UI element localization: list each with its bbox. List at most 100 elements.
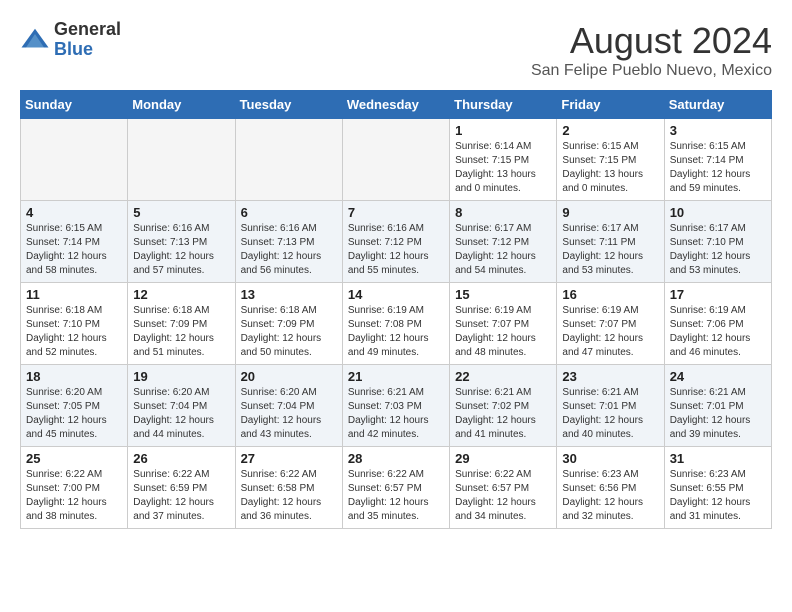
day-info: Sunrise: 6:23 AM Sunset: 6:56 PM Dayligh… [562, 468, 658, 524]
calendar-cell: 23 Sunrise: 6:21 AM Sunset: 7:01 PM Dayli… [557, 365, 664, 447]
calendar-cell: 12 Sunrise: 6:18 AM Sunset: 7:09 PM Dayli… [128, 283, 235, 365]
day-number: 14 [348, 287, 444, 302]
day-info: Sunrise: 6:21 AM Sunset: 7:03 PM Dayligh… [348, 386, 444, 442]
calendar-cell: 21 Sunrise: 6:21 AM Sunset: 7:03 PM Dayli… [342, 365, 449, 447]
calendar-cell: 25 Sunrise: 6:22 AM Sunset: 7:00 PM Dayli… [21, 447, 128, 529]
day-number: 20 [241, 369, 337, 384]
day-info: Sunrise: 6:18 AM Sunset: 7:09 PM Dayligh… [241, 304, 337, 360]
logo-text: General Blue [54, 20, 121, 60]
day-of-week-header: Sunday [21, 91, 128, 119]
calendar-cell: 3 Sunrise: 6:15 AM Sunset: 7:14 PM Daylig… [664, 119, 771, 201]
day-info: Sunrise: 6:15 AM Sunset: 7:15 PM Dayligh… [562, 140, 658, 196]
calendar-table: SundayMondayTuesdayWednesdayThursdayFrid… [20, 90, 772, 529]
day-info: Sunrise: 6:17 AM Sunset: 7:10 PM Dayligh… [670, 222, 766, 278]
day-number: 17 [670, 287, 766, 302]
day-info: Sunrise: 6:16 AM Sunset: 7:13 PM Dayligh… [133, 222, 229, 278]
calendar-cell: 17 Sunrise: 6:19 AM Sunset: 7:06 PM Dayli… [664, 283, 771, 365]
day-info: Sunrise: 6:15 AM Sunset: 7:14 PM Dayligh… [26, 222, 122, 278]
day-number: 12 [133, 287, 229, 302]
day-of-week-header: Tuesday [235, 91, 342, 119]
day-number: 23 [562, 369, 658, 384]
day-info: Sunrise: 6:20 AM Sunset: 7:04 PM Dayligh… [133, 386, 229, 442]
location-subtitle: San Felipe Pueblo Nuevo, Mexico [531, 62, 772, 80]
title-block: August 2024 San Felipe Pueblo Nuevo, Mex… [531, 20, 772, 80]
day-info: Sunrise: 6:16 AM Sunset: 7:12 PM Dayligh… [348, 222, 444, 278]
calendar-header-row: SundayMondayTuesdayWednesdayThursdayFrid… [21, 91, 772, 119]
day-number: 5 [133, 205, 229, 220]
day-number: 30 [562, 451, 658, 466]
day-info: Sunrise: 6:21 AM Sunset: 7:02 PM Dayligh… [455, 386, 551, 442]
day-number: 26 [133, 451, 229, 466]
calendar-week-row: 11 Sunrise: 6:18 AM Sunset: 7:10 PM Dayli… [21, 283, 772, 365]
calendar-cell: 11 Sunrise: 6:18 AM Sunset: 7:10 PM Dayli… [21, 283, 128, 365]
day-number: 16 [562, 287, 658, 302]
day-number: 19 [133, 369, 229, 384]
day-info: Sunrise: 6:19 AM Sunset: 7:07 PM Dayligh… [455, 304, 551, 360]
logo: General Blue [20, 20, 121, 60]
day-number: 28 [348, 451, 444, 466]
day-info: Sunrise: 6:21 AM Sunset: 7:01 PM Dayligh… [670, 386, 766, 442]
day-number: 29 [455, 451, 551, 466]
day-number: 13 [241, 287, 337, 302]
day-number: 8 [455, 205, 551, 220]
day-info: Sunrise: 6:22 AM Sunset: 7:00 PM Dayligh… [26, 468, 122, 524]
day-number: 9 [562, 205, 658, 220]
calendar-week-row: 25 Sunrise: 6:22 AM Sunset: 7:00 PM Dayli… [21, 447, 772, 529]
day-info: Sunrise: 6:17 AM Sunset: 7:11 PM Dayligh… [562, 222, 658, 278]
day-number: 3 [670, 123, 766, 138]
day-info: Sunrise: 6:19 AM Sunset: 7:08 PM Dayligh… [348, 304, 444, 360]
day-info: Sunrise: 6:17 AM Sunset: 7:12 PM Dayligh… [455, 222, 551, 278]
calendar-cell [235, 119, 342, 201]
day-of-week-header: Thursday [450, 91, 557, 119]
calendar-cell [128, 119, 235, 201]
calendar-cell: 20 Sunrise: 6:20 AM Sunset: 7:04 PM Dayli… [235, 365, 342, 447]
calendar-cell: 7 Sunrise: 6:16 AM Sunset: 7:12 PM Daylig… [342, 201, 449, 283]
logo-icon [20, 25, 50, 55]
calendar-week-row: 4 Sunrise: 6:15 AM Sunset: 7:14 PM Daylig… [21, 201, 772, 283]
day-number: 11 [26, 287, 122, 302]
day-info: Sunrise: 6:18 AM Sunset: 7:09 PM Dayligh… [133, 304, 229, 360]
day-number: 15 [455, 287, 551, 302]
day-number: 10 [670, 205, 766, 220]
day-number: 25 [26, 451, 122, 466]
day-info: Sunrise: 6:21 AM Sunset: 7:01 PM Dayligh… [562, 386, 658, 442]
day-number: 6 [241, 205, 337, 220]
day-info: Sunrise: 6:22 AM Sunset: 6:59 PM Dayligh… [133, 468, 229, 524]
calendar-cell: 5 Sunrise: 6:16 AM Sunset: 7:13 PM Daylig… [128, 201, 235, 283]
day-info: Sunrise: 6:14 AM Sunset: 7:15 PM Dayligh… [455, 140, 551, 196]
day-info: Sunrise: 6:22 AM Sunset: 6:57 PM Dayligh… [455, 468, 551, 524]
calendar-cell: 27Sunrise: 6:22 AM Sunset: 6:58 PM Dayli… [235, 447, 342, 529]
calendar-cell: 26 Sunrise: 6:22 AM Sunset: 6:59 PM Dayli… [128, 447, 235, 529]
calendar-cell: 2 Sunrise: 6:15 AM Sunset: 7:15 PM Daylig… [557, 119, 664, 201]
day-info: Sunrise: 6:20 AM Sunset: 7:05 PM Dayligh… [26, 386, 122, 442]
calendar-cell [342, 119, 449, 201]
day-of-week-header: Monday [128, 91, 235, 119]
day-number: 27 [241, 451, 337, 466]
calendar-week-row: 1 Sunrise: 6:14 AM Sunset: 7:15 PM Daylig… [21, 119, 772, 201]
logo-general-text: General [54, 20, 121, 40]
day-info: Sunrise: 6:18 AM Sunset: 7:10 PM Dayligh… [26, 304, 122, 360]
calendar-cell: 13 Sunrise: 6:18 AM Sunset: 7:09 PM Dayli… [235, 283, 342, 365]
day-number: 18 [26, 369, 122, 384]
day-of-week-header: Saturday [664, 91, 771, 119]
day-info: Sunrise: 6:19 AM Sunset: 7:07 PM Dayligh… [562, 304, 658, 360]
day-number: 21 [348, 369, 444, 384]
day-info: Sunrise: 6:15 AM Sunset: 7:14 PM Dayligh… [670, 140, 766, 196]
day-info: Sunrise: 6:22 AM Sunset: 6:57 PM Dayligh… [348, 468, 444, 524]
day-info: Sunrise: 6:20 AM Sunset: 7:04 PM Dayligh… [241, 386, 337, 442]
day-of-week-header: Friday [557, 91, 664, 119]
day-number: 1 [455, 123, 551, 138]
calendar-cell: 22Sunrise: 6:21 AM Sunset: 7:02 PM Dayli… [450, 365, 557, 447]
calendar-week-row: 18 Sunrise: 6:20 AM Sunset: 7:05 PM Dayli… [21, 365, 772, 447]
day-number: 2 [562, 123, 658, 138]
calendar-cell: 6Sunrise: 6:16 AM Sunset: 7:13 PM Daylig… [235, 201, 342, 283]
calendar-cell: 31Sunrise: 6:23 AM Sunset: 6:55 PM Dayli… [664, 447, 771, 529]
calendar-cell: 15 Sunrise: 6:19 AM Sunset: 7:07 PM Dayli… [450, 283, 557, 365]
calendar-cell: 14 Sunrise: 6:19 AM Sunset: 7:08 PM Dayli… [342, 283, 449, 365]
day-number: 7 [348, 205, 444, 220]
day-info: Sunrise: 6:19 AM Sunset: 7:06 PM Dayligh… [670, 304, 766, 360]
calendar-cell: 19 Sunrise: 6:20 AM Sunset: 7:04 PM Dayli… [128, 365, 235, 447]
day-number: 4 [26, 205, 122, 220]
calendar-cell: 28 Sunrise: 6:22 AM Sunset: 6:57 PM Dayli… [342, 447, 449, 529]
calendar-cell: 10 Sunrise: 6:17 AM Sunset: 7:10 PM Dayli… [664, 201, 771, 283]
